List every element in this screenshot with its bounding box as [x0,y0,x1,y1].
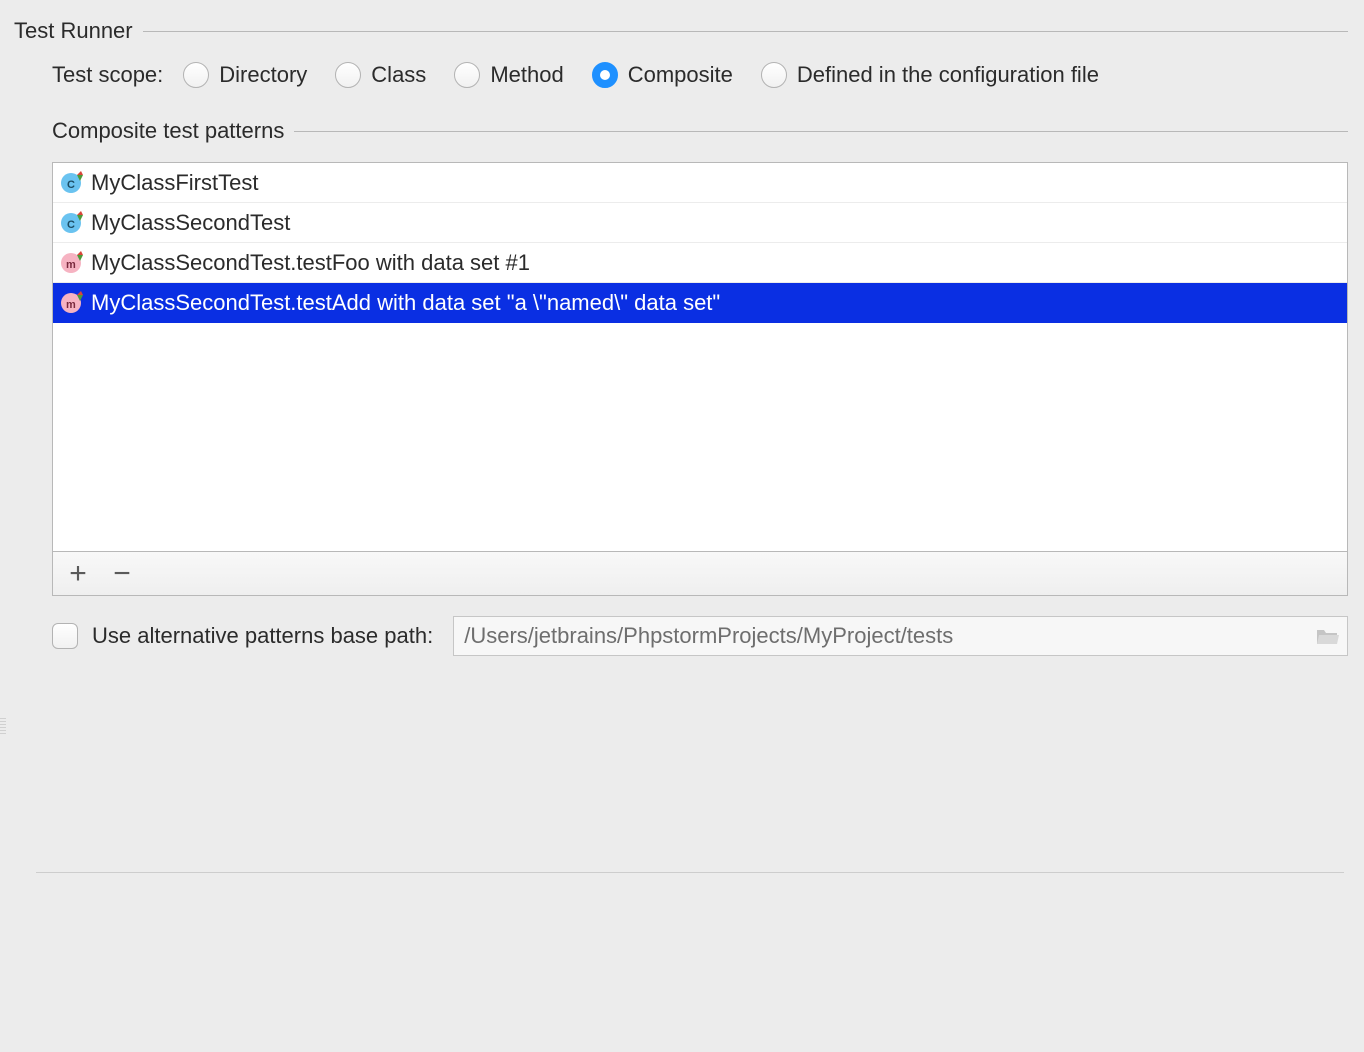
radio-label: Method [490,62,563,88]
svg-text:C: C [67,219,75,231]
composite-patterns-header: Composite test patterns [52,118,1348,144]
svg-text:C: C [67,179,75,191]
scope-radio-class[interactable]: Class [335,62,426,88]
section-rule [143,31,1348,32]
scope-radio-composite[interactable]: Composite [592,62,733,88]
footer-separator [36,872,1344,873]
radio-icon [592,62,618,88]
scope-radio-config-file[interactable]: Defined in the configuration file [761,62,1099,88]
list-item[interactable]: C MyClassSecondTest [53,203,1347,243]
alt-base-path-checkbox[interactable] [52,623,78,649]
radio-label: Class [371,62,426,88]
list-item[interactable]: C MyClassFirstTest [53,163,1347,203]
scope-radio-directory[interactable]: Directory [183,62,307,88]
list-item-label: MyClassSecondTest.testAdd with data set … [91,290,720,316]
composite-patterns-label: Composite test patterns [52,118,294,144]
alt-base-path-value: /Users/jetbrains/PhpstormProjects/MyProj… [464,623,953,649]
add-button[interactable]: + [61,557,95,591]
alt-base-path-label: Use alternative patterns base path: [92,623,433,649]
radio-label: Composite [628,62,733,88]
list-item[interactable]: m MyClassSecondTest.testAdd with data se… [53,283,1347,323]
radio-icon [761,62,787,88]
class-test-icon: C [59,171,83,195]
remove-button[interactable]: − [105,557,139,591]
list-item-label: MyClassFirstTest [91,170,258,196]
list-item-label: MyClassSecondTest [91,210,290,236]
svg-text:m: m [66,299,76,311]
alt-base-path-field[interactable]: /Users/jetbrains/PhpstormProjects/MyProj… [453,616,1348,656]
section-title: Test Runner [14,18,143,44]
alt-base-path-row: Use alternative patterns base path: /Use… [52,616,1348,656]
test-runner-section-header: Test Runner [14,18,1348,44]
list-item-label: MyClassSecondTest.testFoo with data set … [91,250,530,276]
radio-icon [335,62,361,88]
radio-icon [454,62,480,88]
section-rule [294,131,1348,132]
list-item[interactable]: m MyClassSecondTest.testFoo with data se… [53,243,1347,283]
scope-radio-method[interactable]: Method [454,62,563,88]
radio-icon [183,62,209,88]
composite-patterns-list[interactable]: C MyClassFirstTest C MyClassSecondTest m [52,162,1348,552]
class-test-icon: C [59,211,83,235]
radio-label: Directory [219,62,307,88]
patterns-toolbar: + − [52,552,1348,596]
test-scope-label: Test scope: [52,62,163,88]
drag-handle-icon [0,718,6,736]
svg-text:m: m [66,259,76,271]
method-test-icon: m [59,291,83,315]
folder-open-icon [1315,626,1339,646]
test-scope-group: Test scope: Directory Class Method Compo… [52,62,1348,88]
method-test-icon: m [59,251,83,275]
radio-label: Defined in the configuration file [797,62,1099,88]
